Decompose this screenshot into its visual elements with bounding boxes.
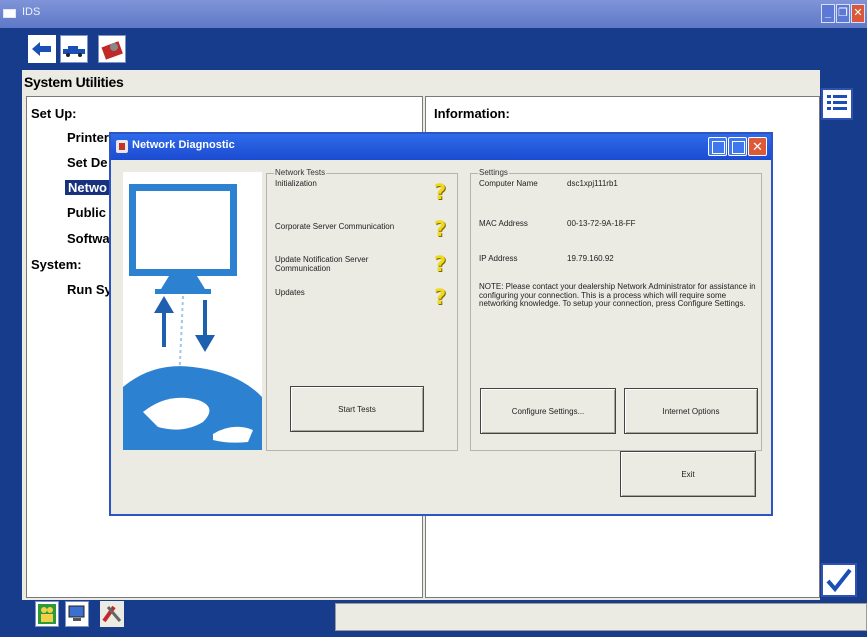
dialog-titlebar: Network Diagnostic ✕ bbox=[111, 134, 771, 160]
right-rail bbox=[820, 70, 867, 632]
dialog-maximize-icon[interactable] bbox=[728, 137, 747, 156]
people-icon[interactable] bbox=[35, 601, 59, 627]
ip-address-value: 19.79.160.92 bbox=[567, 254, 614, 263]
list-icon[interactable] bbox=[821, 88, 853, 120]
test-initialization-label: Initialization bbox=[275, 179, 317, 188]
system-heading: System: bbox=[31, 257, 82, 272]
mac-address-value: 00-13-72-9A-18-FF bbox=[567, 219, 636, 228]
setup-item-printer[interactable]: Printer bbox=[67, 130, 109, 145]
main-toolbar bbox=[0, 28, 867, 70]
exit-button[interactable]: Exit bbox=[620, 451, 756, 497]
back-arrow-icon[interactable] bbox=[28, 35, 56, 63]
window-title: IDS bbox=[22, 6, 41, 18]
setup-item-set-de[interactable]: Set De bbox=[67, 155, 107, 170]
settings-label: Settings bbox=[478, 168, 509, 177]
left-rail bbox=[0, 70, 22, 632]
ip-address-label: IP Address bbox=[479, 254, 518, 263]
page-title: System Utilities bbox=[24, 74, 124, 90]
question-mark-icon: ? bbox=[434, 285, 447, 309]
setup-item-network-selected[interactable]: Netwo bbox=[65, 180, 110, 195]
vehicle-icon[interactable] bbox=[60, 35, 88, 63]
computer-name-label: Computer Name bbox=[479, 179, 538, 188]
information-heading: Information: bbox=[434, 106, 510, 121]
setup-item-software[interactable]: Softwa bbox=[67, 231, 110, 246]
window-titlebar: IDS _ ❐ ✕ bbox=[0, 0, 867, 28]
question-mark-icon: ? bbox=[434, 252, 447, 276]
mac-address-label: MAC Address bbox=[479, 219, 528, 228]
network-diagnostic-app-icon bbox=[116, 140, 128, 153]
computer-name-value: dsc1xpj111rb1 bbox=[567, 179, 618, 188]
settings-note: NOTE: Please contact your dealership Net… bbox=[479, 282, 756, 308]
setup-heading: Set Up: bbox=[31, 106, 77, 121]
test-updates-label: Updates bbox=[275, 288, 305, 297]
minimize-icon[interactable]: _ bbox=[821, 4, 835, 23]
tools-icon[interactable] bbox=[100, 601, 124, 627]
question-mark-icon: ? bbox=[434, 217, 447, 241]
test-corporate-server-label: Corporate Server Communication bbox=[275, 222, 395, 231]
setup-item-public[interactable]: Public bbox=[67, 205, 106, 220]
network-illustration bbox=[123, 172, 262, 450]
dialog-close-icon[interactable]: ✕ bbox=[748, 137, 767, 156]
close-icon[interactable]: ✕ bbox=[851, 4, 865, 23]
status-strip bbox=[335, 603, 867, 631]
app-window-icon bbox=[3, 9, 16, 18]
system-item-run[interactable]: Run Sy bbox=[67, 282, 112, 297]
network-diagnostic-dialog: Network Diagnostic ✕ Network Tests Initi… bbox=[109, 132, 773, 516]
monitor-icon[interactable] bbox=[65, 601, 89, 627]
network-tests-group: Network Tests Initialization ? Corporate… bbox=[266, 168, 458, 451]
dialog-minimize-icon[interactable] bbox=[708, 137, 727, 156]
settings-group: Settings Computer Name dsc1xpj111rb1 MAC… bbox=[470, 168, 762, 451]
question-mark-icon: ? bbox=[434, 180, 447, 204]
network-tests-label: Network Tests bbox=[274, 168, 327, 177]
dialog-title: Network Diagnostic bbox=[132, 139, 235, 151]
configure-settings-button[interactable]: Configure Settings... bbox=[480, 388, 616, 434]
toolbox-icon[interactable] bbox=[98, 35, 126, 63]
start-tests-button[interactable]: Start Tests bbox=[290, 386, 424, 432]
test-update-notification-label: Update Notification Server Communication bbox=[275, 255, 369, 273]
internet-options-button[interactable]: Internet Options bbox=[624, 388, 758, 434]
maximize-icon[interactable]: ❐ bbox=[836, 4, 850, 23]
checkmark-icon[interactable] bbox=[821, 563, 857, 597]
